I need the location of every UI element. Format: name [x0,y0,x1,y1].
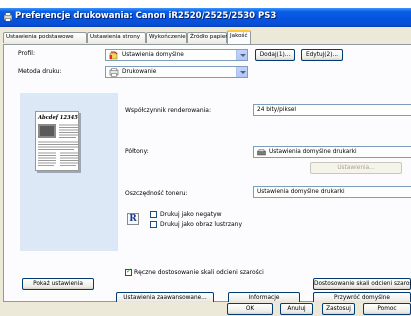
ok-button[interactable]: OK [227,303,273,315]
print-method-icon [109,68,119,77]
tab-finishing[interactable]: Wykończenie [146,32,187,43]
rendering-select[interactable]: 24 bity/piksel [253,104,411,116]
printer-icon [3,12,13,22]
negative-label: Drukuj jako negatyw [160,211,222,218]
add-profile-button[interactable]: Dodaj(1)... [255,49,295,61]
tab-paper-source[interactable]: Źródło papieru [187,32,231,43]
show-settings-button[interactable]: Pokaż ustawienia [22,278,94,290]
manual-gray-checkbox[interactable] [125,267,132,276]
printing-preferences-window: Preferencje drukowania: Canon iR2520/252… [0,8,411,316]
profile-label: Profil: [18,50,35,57]
print-method-value: Drukowanie [122,69,157,75]
edit-profile-button[interactable]: Edytuj(2)... [301,49,343,61]
chevron-down-icon[interactable] [236,50,247,60]
print-style-icon: R [127,213,139,225]
halftone-settings-button[interactable]: Ustawienia... [310,162,402,174]
help-button[interactable]: Pomoc [363,303,411,315]
preview-heading-text: Abcdef 12345 [38,115,78,121]
gray-adjust-button[interactable]: Dostosowanie skali odcieni szarości... [313,278,411,290]
halftones-value: Ustawienia domyślne drukarki [269,149,357,155]
tab-page-setup[interactable]: Ustawienia strony [87,32,146,43]
negative-checkbox[interactable] [150,211,157,218]
page-preview-content [38,124,78,166]
toner-save-select[interactable]: Ustawienia domyślne drukarki [253,186,411,198]
page-preview: Abcdef 12345 [35,111,79,171]
manual-gray-label: Ręczne dostosowanie skali odcieni szaroś… [134,269,264,276]
profile-select[interactable]: Ustawienia domyślne [105,49,248,61]
profile-value: Ustawienia domyślne [122,52,184,58]
mirror-label: Drukuj jako obraz lustrzany [160,221,243,228]
tab-basic-settings[interactable]: Ustawienia podstawowe [3,32,87,43]
rendering-label: Współczynnik renderowania: [125,107,211,114]
rendering-value: 24 bity/piksel [257,107,297,113]
toner-save-label: Oszczędność toneru: [125,190,188,197]
halftones-select[interactable]: Ustawienia domyślne drukarki [253,146,411,158]
apply-button[interactable]: Zastosuj [322,303,355,315]
halftones-label: Półtony: [125,148,149,155]
chevron-down-icon[interactable] [236,67,247,77]
tab-quality[interactable]: Jakość [227,30,251,44]
title-bar[interactable]: Preferencje drukowania: Canon iR2520/252… [0,8,411,27]
mirror-checkbox[interactable] [150,221,157,228]
page-preview-area: Abcdef 12345 [20,93,118,251]
toner-save-value: Ustawienia domyślne drukarki [257,189,345,195]
dialog-button-strip: OK Anuluj Zastosuj Pomoc [0,302,411,316]
print-method-select[interactable]: Drukowanie [105,66,248,78]
cancel-button[interactable]: Anuluj [280,303,313,315]
profile-icon [109,51,118,60]
printer-icon [257,149,266,156]
print-method-label: Metoda druku: [18,68,62,75]
window-title: Preferencje drukowania: Canon iR2520/252… [15,11,277,21]
